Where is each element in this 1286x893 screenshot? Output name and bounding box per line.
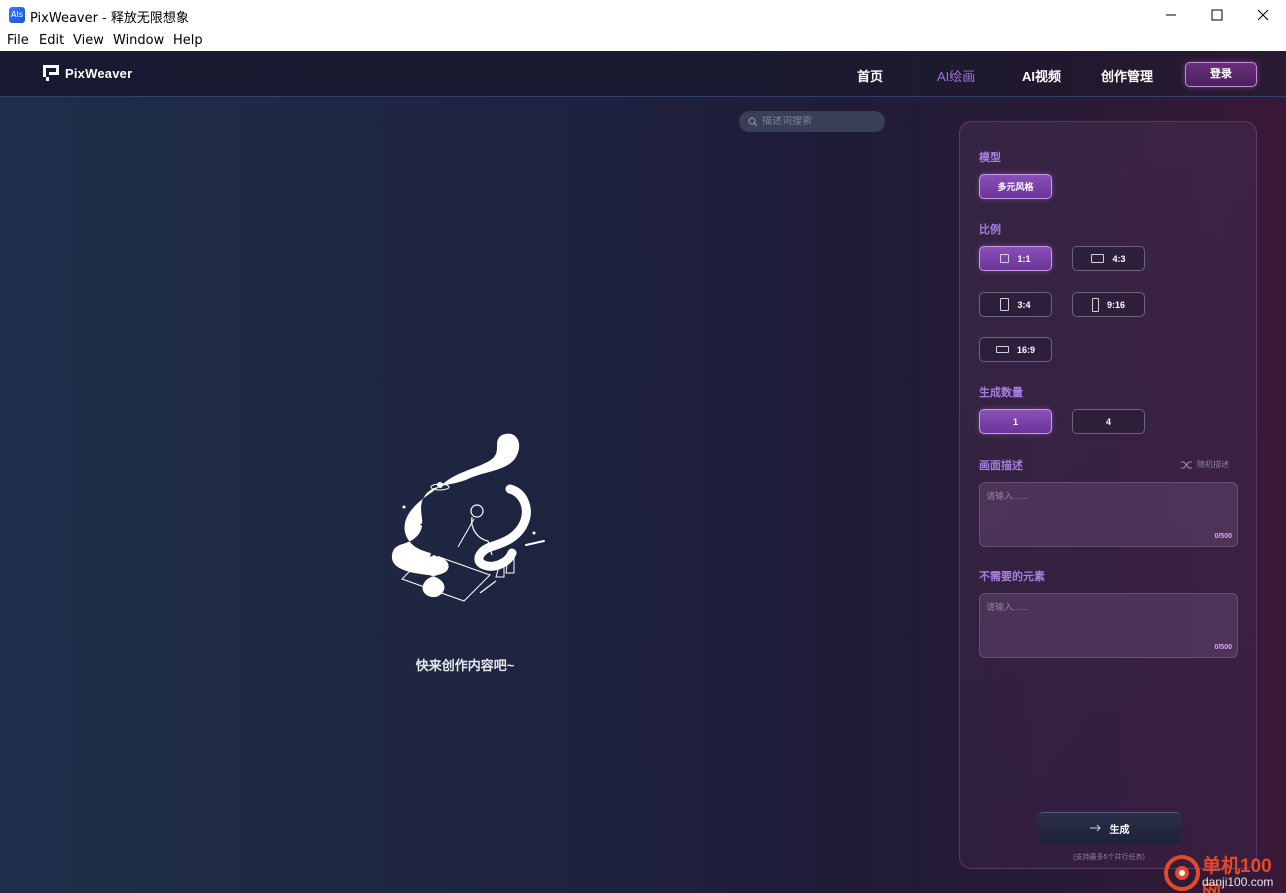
count-1-button[interactable]: 1 — [979, 409, 1052, 434]
negative-placeholder: 请输入...... — [986, 602, 1029, 612]
watermark-domain: danji100.com — [1202, 875, 1274, 889]
search-input[interactable] — [762, 116, 872, 127]
ratio-label-3-4: 3:4 — [1017, 299, 1031, 310]
nav-ai-video[interactable]: AI视频 — [1022, 66, 1061, 85]
count-label: 生成数量 — [979, 387, 1023, 399]
ratio-square-icon — [1000, 254, 1010, 263]
description-textarea[interactable]: 请输入...... 0/500 — [979, 482, 1238, 547]
ratio-tall-icon — [1091, 297, 1099, 312]
ratio-1-1-button[interactable]: 1:1 — [979, 246, 1052, 271]
shuffle-icon — [1181, 461, 1192, 468]
ratio-label-1-1: 1:1 — [1017, 253, 1031, 264]
menu-view[interactable]: View — [73, 33, 104, 48]
title-bar: AIs PixWeaver - 释放无限想象 — [0, 0, 1286, 30]
ratio-4-3-button[interactable]: 4:3 — [1072, 246, 1145, 271]
ratio-label-4-3: 4:3 — [1112, 253, 1126, 264]
watermark: 单机100网 danji100.com — [1136, 851, 1286, 893]
settings-panel: 模型 多元风格 比例 1:1 4:3 3:4 9:16 16:9 生成数量 1 … — [959, 121, 1257, 869]
negative-textarea[interactable]: 请输入...... 0/500 — [979, 593, 1238, 658]
search-box[interactable] — [739, 111, 885, 132]
minimize-icon — [1166, 14, 1176, 16]
arrow-right-icon — [1089, 824, 1101, 832]
description-counter: 0/500 — [1214, 533, 1232, 540]
nav-manage[interactable]: 创作管理 — [1101, 66, 1153, 85]
random-description-link[interactable]: 随机描述 — [1181, 459, 1229, 470]
menu-bar: File Edit View Window Help — [0, 30, 1286, 51]
negative-label: 不需要的元素 — [979, 571, 1045, 583]
menu-file[interactable]: File — [7, 33, 29, 48]
ratio-portrait-icon — [1000, 298, 1010, 311]
search-icon — [748, 116, 758, 126]
nav-ai-paint[interactable]: AI绘画 — [937, 66, 975, 85]
ratio-wide-icon — [995, 346, 1009, 353]
ratio-label-16-9: 16:9 — [1016, 344, 1035, 355]
ratio-landscape-icon — [1091, 254, 1105, 263]
top-navigation: PixWeaver 首页 AI绘画 AI视频 创作管理 登录 — [0, 51, 1286, 97]
empty-state-illustration — [391, 433, 545, 602]
maximize-icon — [1211, 9, 1223, 21]
window-title: PixWeaver - 释放无限想象 — [30, 11, 189, 26]
model-option[interactable]: 多元风格 — [979, 174, 1052, 199]
menu-edit[interactable]: Edit — [39, 33, 64, 48]
close-button[interactable] — [1240, 0, 1286, 30]
logo-icon — [43, 65, 59, 81]
description-placeholder: 请输入...... — [986, 491, 1029, 501]
ratio-16-9-button[interactable]: 16:9 — [979, 337, 1052, 362]
negative-counter: 0/500 — [1214, 644, 1232, 651]
login-button[interactable]: 登录 — [1185, 62, 1257, 87]
logo-text: PixWeaver — [65, 65, 133, 81]
logo[interactable]: PixWeaver — [43, 65, 132, 81]
description-label: 画面描述 — [979, 460, 1023, 472]
ratio-3-4-button[interactable]: 3:4 — [979, 292, 1052, 317]
maximize-button[interactable] — [1194, 0, 1240, 30]
ratio-label: 比例 — [979, 224, 1001, 236]
minimize-button[interactable] — [1148, 0, 1194, 30]
ratio-label-9-16: 9:16 — [1106, 299, 1125, 310]
empty-state-text: 快来创作内容吧~ — [415, 658, 515, 673]
menu-window[interactable]: Window — [113, 33, 164, 48]
app-icon: AIs — [9, 7, 25, 23]
random-description-text: 随机描述 — [1197, 460, 1229, 469]
menu-help[interactable]: Help — [173, 33, 203, 48]
count-4-button[interactable]: 4 — [1072, 409, 1145, 434]
generate-label: 生成 — [1109, 824, 1130, 836]
watermark-logo-icon — [1164, 855, 1200, 891]
app-content: PixWeaver 首页 AI绘画 AI视频 创作管理 登录 快来创 — [0, 51, 1286, 893]
ratio-9-16-button[interactable]: 9:16 — [1072, 292, 1145, 317]
generate-button[interactable]: 生成 — [1038, 812, 1181, 843]
nav-home[interactable]: 首页 — [857, 66, 883, 85]
close-icon — [1257, 9, 1269, 21]
model-label: 模型 — [979, 152, 1001, 164]
